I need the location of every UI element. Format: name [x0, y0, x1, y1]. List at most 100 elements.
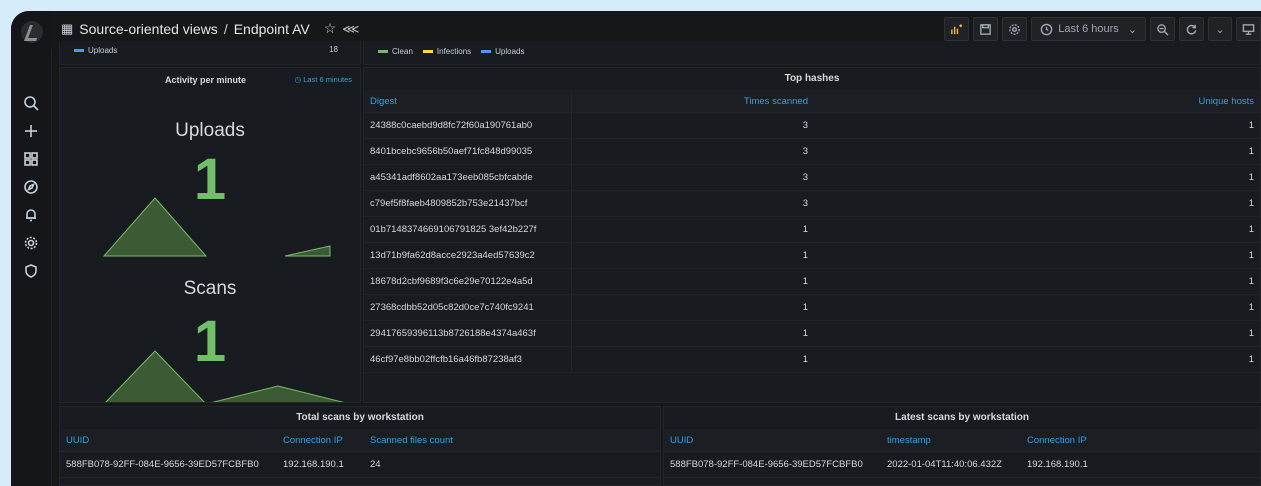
gear-icon[interactable] — [19, 231, 43, 255]
table-cell: 588FB078-92FF-084E-9656-39ED57FCBFB0 — [664, 451, 881, 478]
zoom-out-button[interactable] — [1150, 17, 1175, 41]
table-cell: c79ef5f8faeb4809852b753e21437bcf — [364, 190, 572, 217]
table-cell: 3 — [571, 138, 814, 165]
latest-scans-title: Latest scans by workstation — [895, 412, 1029, 423]
activity-panel: Activity per minute ◷ Last 6 minutes Upl… — [59, 67, 361, 403]
latest-scans-panel: Latest scans by workstation UUID timesta… — [663, 406, 1261, 486]
tv-mode-button[interactable] — [1236, 17, 1261, 41]
add-panel-button[interactable] — [944, 17, 970, 41]
save-dashboard-button[interactable] — [973, 17, 999, 41]
table-cell: 1 — [571, 346, 814, 373]
col-connection-ip[interactable]: Connection IP — [277, 429, 364, 452]
table-cell: 192.168.190.1 — [1021, 451, 1260, 478]
total-scans-panel: Total scans by workstation UUID Connecti… — [59, 406, 661, 486]
table-cell: 2022-01-04T11:40:06.432Z — [881, 451, 1021, 478]
activity-range: Last 6 minutes — [303, 75, 352, 84]
clock-icon: ◷ — [294, 75, 302, 84]
infections-swatch — [422, 50, 433, 54]
table-cell: 588FB078-92FF-084E-9656-39ED57FCBFB0 — [60, 451, 277, 478]
table-cell: 1 — [814, 320, 1260, 347]
table-cell: 24388c0caebd9d8fc72f60a190761ab0 — [364, 112, 572, 139]
table-cell: 3 — [571, 164, 814, 191]
col-unique-hosts[interactable]: Unique hosts — [814, 90, 1260, 113]
breadcrumb-dashboard[interactable]: Endpoint AV — [234, 21, 310, 37]
share-icon[interactable]: ⋘ — [342, 22, 359, 36]
clean-swatch — [378, 50, 388, 54]
table-row: 13d71b9fa62d8acce2923a4ed57639c2 1 1 — [364, 242, 1260, 269]
table-row: 01b7148374669106791825 3ef42b227f 1 1 — [364, 216, 1260, 243]
refresh-button[interactable] — [1179, 17, 1204, 41]
table-cell: 3 — [571, 190, 814, 217]
table-cell: 1 — [814, 190, 1260, 217]
breadcrumb-folder[interactable]: Source-oriented views — [79, 21, 218, 37]
col-uuid[interactable]: UUID — [664, 429, 881, 452]
time-range-label: Last 6 hours — [1058, 23, 1119, 35]
table-cell: 1 — [814, 268, 1260, 295]
table-row: 8401bcebc9656b50aef71fc848d99035 3 1 — [364, 138, 1260, 165]
toolbar: Last 6 hours ⌄ ⌄ — [944, 17, 1261, 41]
table-cell: 1 — [814, 294, 1260, 321]
legend-uploads[interactable]: Uploads — [495, 47, 524, 56]
partial-stat-panel: Uploads 18 — [59, 41, 361, 65]
col-uuid[interactable]: UUID — [60, 429, 277, 452]
top-hashes-panel: Top hashes Digest Times scanned Unique h… — [363, 67, 1261, 403]
breadcrumb-separator: / — [223, 20, 228, 37]
table-cell: 1 — [814, 164, 1260, 191]
table-cell: 1 — [814, 242, 1260, 269]
activity-title: Activity per minute — [165, 75, 247, 85]
table-cell: 3 — [571, 112, 814, 139]
table-cell: 1 — [814, 112, 1260, 139]
timeseries-legend: Clean Infections Uploads — [378, 47, 525, 56]
total-scans-title: Total scans by workstation — [296, 412, 424, 423]
table-cell: 1 — [571, 320, 814, 347]
table-cell: 27368cdbb52d05c82d0ce7c740fc9241 — [364, 294, 572, 321]
dashboards-icon[interactable] — [19, 147, 43, 171]
col-connection-ip[interactable]: Connection IP — [1021, 429, 1260, 452]
partial-value: 18 — [329, 45, 338, 54]
table-cell: 29417659396113b8726188e4374a463f — [364, 320, 572, 347]
table-row: 588FB078-92FF-084E-9656-39ED57FCBFB0 2022… — [664, 451, 1260, 478]
activity-time-info: ◷ Last 6 minutes — [295, 75, 352, 84]
table-cell: 1 — [814, 216, 1260, 243]
plus-icon[interactable] — [19, 119, 43, 143]
time-picker-button[interactable]: Last 6 hours ⌄ — [1031, 17, 1146, 41]
legend-clean[interactable]: Clean — [392, 47, 413, 56]
legend-infections[interactable]: Infections — [437, 47, 471, 56]
breadcrumb: ▦ Source-oriented views / Endpoint AV ☆ … — [61, 20, 359, 37]
grafana-window: ▦ Source-oriented views / Endpoint AV ☆ … — [11, 11, 1261, 486]
bell-icon[interactable] — [19, 203, 43, 227]
table-cell: 1 — [814, 346, 1260, 373]
col-timestamp[interactable]: timestamp — [881, 429, 1021, 452]
shield-icon[interactable] — [19, 259, 43, 283]
table-cell: 18678d2cbf9689f3c6e29e70122e4a5d — [364, 268, 572, 295]
table-row: 588FB078-92FF-084E-9656-39ED57FCBFB0 192.… — [60, 451, 660, 478]
top-hashes-title: Top hashes — [784, 73, 840, 84]
table-row: 29417659396113b8726188e4374a463f 1 1 — [364, 320, 1260, 347]
refresh-interval-dropdown[interactable]: ⌄ — [1208, 17, 1232, 41]
col-scanned-files-count[interactable]: Scanned files count — [364, 429, 660, 452]
uploads-swatch — [481, 50, 492, 54]
table-row: 24388c0caebd9d8fc72f60a190761ab0 3 1 — [364, 112, 1260, 139]
table-cell: 1 — [571, 216, 814, 243]
table-row: c79ef5f8faeb4809852b753e21437bcf 3 1 — [364, 190, 1260, 217]
table-cell: 1 — [571, 268, 814, 295]
dashboards-grid-icon: ▦ — [61, 20, 74, 36]
latest-scans-table: UUID timestamp Connection IP 588FB078-92… — [664, 429, 1260, 478]
col-times-scanned[interactable]: Times scanned — [571, 90, 814, 113]
settings-button[interactable] — [1002, 17, 1028, 41]
total-scans-table: UUID Connection IP Scanned files count 5… — [60, 429, 660, 478]
table-cell: 192.168.190.1 — [277, 451, 364, 478]
compass-icon[interactable] — [19, 175, 43, 199]
scans-stat-value: 1 — [193, 309, 227, 374]
top-hashes-table: Digest Times scanned Unique hosts 24388c… — [364, 90, 1260, 373]
grafana-logo-icon[interactable] — [21, 21, 43, 43]
table-cell: a45341adf8602aa173eeb085cbfcabde — [364, 164, 572, 191]
scans-stat-label: Scans — [183, 278, 237, 299]
table-cell: 24 — [364, 451, 660, 478]
table-cell: 46cf97e8bb02ffcfb16a46fb87238af3 — [364, 346, 572, 373]
star-icon[interactable]: ☆ — [324, 20, 337, 37]
table-cell: 13d71b9fa62d8acce2923a4ed57639c2 — [364, 242, 572, 269]
table-row: 18678d2cbf9689f3c6e29e70122e4a5d 1 1 — [364, 268, 1260, 295]
col-digest[interactable]: Digest — [364, 90, 572, 113]
search-icon[interactable] — [19, 91, 43, 115]
